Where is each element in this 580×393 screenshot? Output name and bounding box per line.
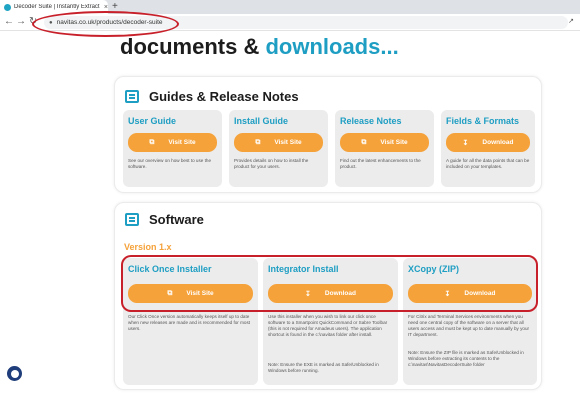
page-title: documents & downloads...: [120, 34, 399, 60]
cookie-icon: [10, 369, 19, 378]
install-guide-card: Install Guide ⧉ Visit Site Provides detai…: [229, 110, 328, 187]
card-description: Provides details on how to install the p…: [234, 158, 309, 169]
card-title: Release Notes: [340, 116, 402, 126]
forward-icon[interactable]: →: [16, 16, 26, 28]
button-label: Download: [482, 139, 514, 146]
guides-panel: Guides & Release Notes User Guide ⧉ Visit…: [114, 76, 542, 193]
release-notes-visit-button[interactable]: ⧉ Visit Site: [340, 133, 429, 152]
card-description: Our Click Once version automatically kee…: [128, 314, 251, 331]
software-section-title: Software: [149, 212, 204, 227]
card-description: For Citrix and Terminal Services environ…: [408, 314, 530, 337]
cookie-settings-button[interactable]: [7, 366, 22, 381]
document-icon: [125, 90, 139, 103]
card-note: Note: Ensure the EXE is marked as Safe/U…: [268, 362, 379, 373]
card-title: Fields & Formats: [446, 116, 520, 126]
software-highlight-annotation: [121, 255, 538, 312]
fields-formats-card: Fields & Formats ↧ Download A guide for a…: [441, 110, 535, 187]
site-favicon-icon: [4, 3, 11, 11]
install-guide-visit-button[interactable]: ⧉ Visit Site: [234, 133, 323, 152]
external-link-icon: ⧉: [149, 138, 155, 146]
guides-section-title: Guides & Release Notes: [149, 89, 299, 104]
card-note: Note: Ensure the ZIP file is marked as S…: [408, 350, 524, 367]
card-description: Use this installer when you wish to link…: [268, 314, 388, 337]
user-guide-card: User Guide ⧉ Visit Site See our overview …: [123, 110, 222, 187]
release-notes-card: Release Notes ⧉ Visit Site Find out the l…: [335, 110, 434, 187]
page-title-accent: downloads...: [265, 34, 399, 59]
tab-close-icon[interactable]: ×: [104, 4, 108, 11]
card-description: A guide for all the data points that can…: [446, 158, 530, 169]
software-panel: Software Version 1.x Click Once Installe…: [114, 202, 542, 390]
version-label: Version 1.x: [124, 242, 172, 252]
page-title-dark: documents &: [120, 34, 266, 59]
card-title: Install Guide: [234, 116, 289, 126]
button-label: Visit Site: [380, 139, 408, 146]
fields-formats-download-button[interactable]: ↧ Download: [446, 133, 530, 152]
software-section-header: Software: [125, 212, 204, 227]
external-link-icon: ⧉: [255, 138, 261, 146]
card-description: See our overview on how best to use the …: [128, 158, 211, 169]
share-icon[interactable]: ↗: [568, 17, 574, 25]
user-guide-visit-button[interactable]: ⧉ Visit Site: [128, 133, 217, 152]
button-label: Visit Site: [168, 139, 196, 146]
tab-title: Decoder Suite | Instantly Extract: [14, 4, 100, 10]
card-description: Find out the latest enhancements to the …: [340, 158, 421, 169]
external-link-icon: ⧉: [361, 138, 367, 146]
window-icon: [125, 213, 139, 226]
button-label: Visit Site: [274, 139, 302, 146]
back-icon[interactable]: ←: [4, 16, 14, 28]
guides-section-header: Guides & Release Notes: [125, 89, 299, 104]
download-icon: ↧: [462, 139, 469, 147]
card-title: User Guide: [128, 116, 177, 126]
